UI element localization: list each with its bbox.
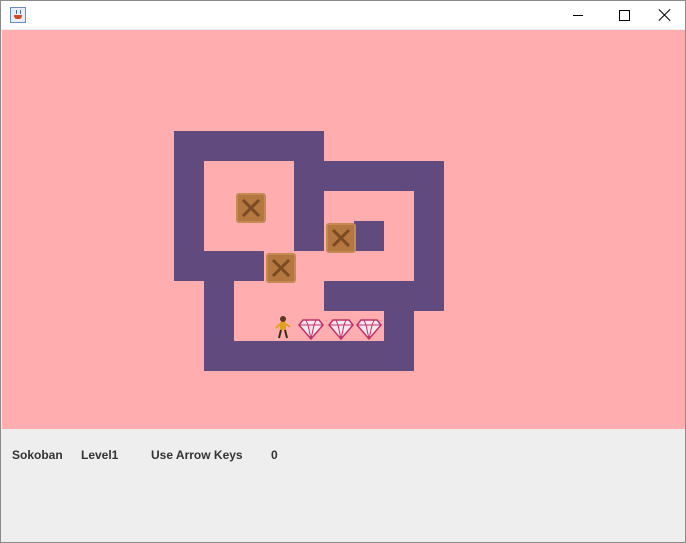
- maximize-icon: [618, 9, 630, 21]
- close-button[interactable]: [642, 1, 685, 29]
- level-label: Level1: [81, 448, 119, 462]
- goal-diamond-icon: [298, 319, 324, 341]
- wall: [204, 341, 414, 371]
- minimize-icon: [573, 14, 583, 16]
- status-bar: Sokoban Level1 Use Arrow Keys 0: [1, 429, 685, 542]
- crate: [236, 193, 266, 223]
- crate: [326, 223, 356, 253]
- goal-diamond-icon: [328, 319, 354, 341]
- move-counter: 0: [271, 448, 278, 462]
- close-icon: [659, 9, 671, 21]
- crate: [266, 253, 296, 283]
- game-window: Sokoban Level1 Use Arrow Keys 0: [0, 0, 686, 543]
- game-name-label: Sokoban: [12, 448, 63, 462]
- hint-label: Use Arrow Keys: [151, 448, 243, 462]
- title-bar[interactable]: [1, 1, 685, 29]
- game-board[interactable]: [2, 30, 685, 429]
- java-app-icon[interactable]: [10, 7, 26, 23]
- goal-diamond-icon: [356, 319, 382, 341]
- minimize-button[interactable]: [555, 1, 601, 29]
- wall: [294, 131, 324, 251]
- wall: [354, 221, 384, 251]
- maximize-button[interactable]: [601, 1, 647, 29]
- wall: [384, 281, 414, 371]
- player-icon: [275, 316, 291, 339]
